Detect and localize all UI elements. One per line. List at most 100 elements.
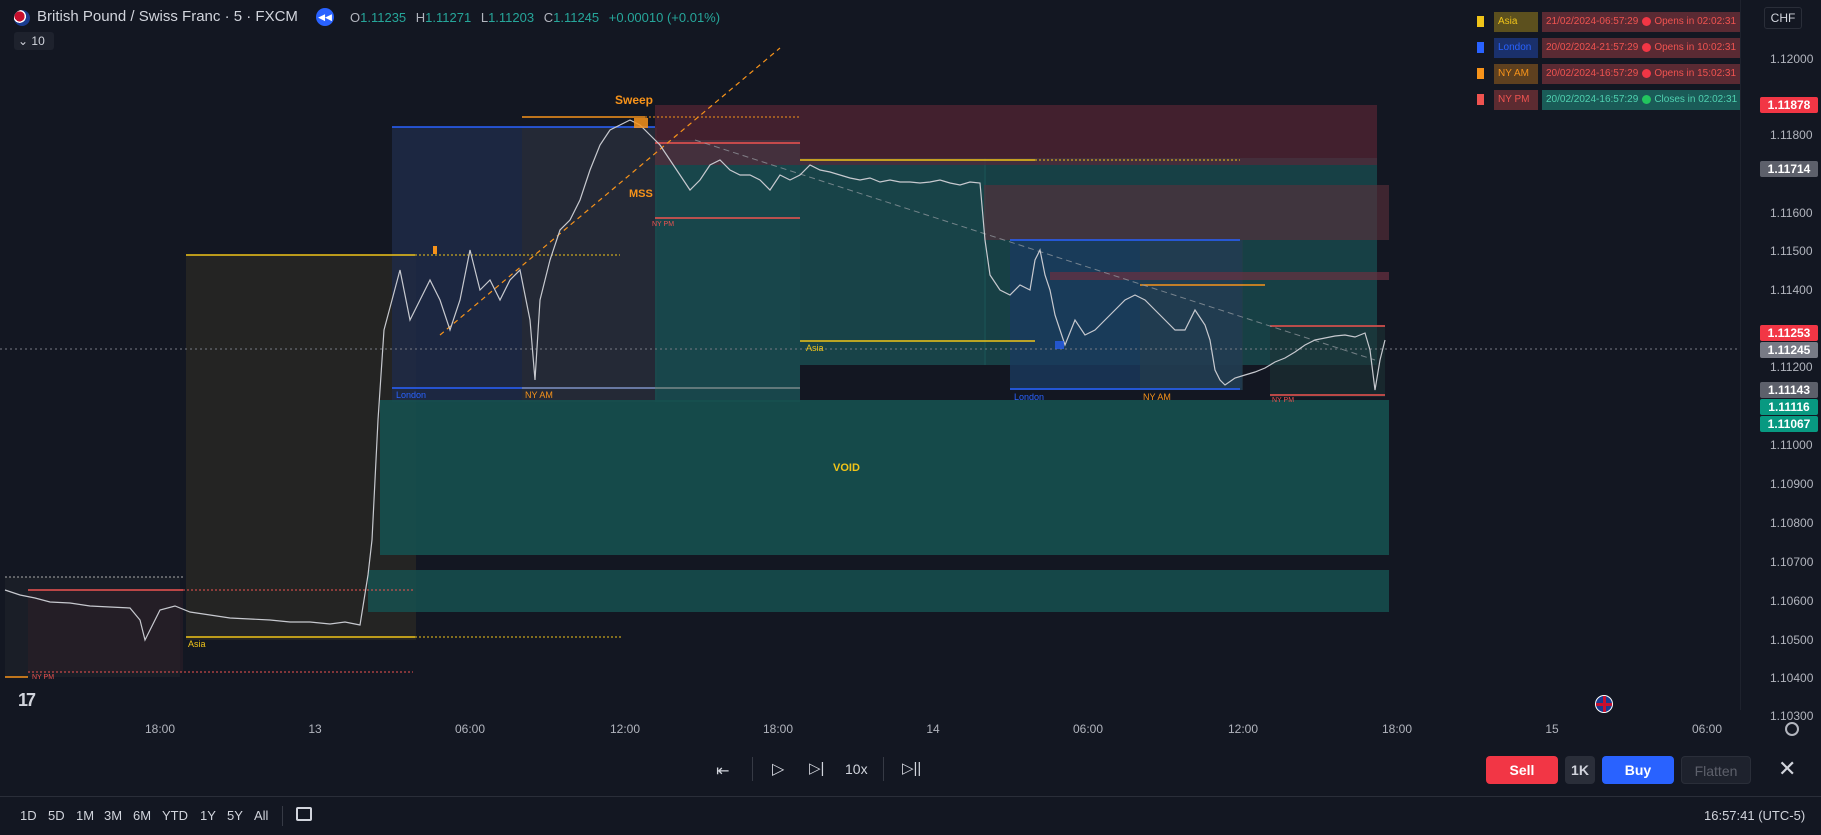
price-tick: 1.11500 xyxy=(1770,244,1813,258)
price-tag: 1.11245 xyxy=(1760,342,1818,358)
high-value: 1.11271 xyxy=(425,10,472,25)
close-label: C xyxy=(543,10,554,25)
symbol-title[interactable]: British Pound / Swiss Franc · 5 · FXCM xyxy=(37,8,298,25)
low-label: L xyxy=(480,10,489,25)
session-label-asia: Asia xyxy=(188,639,206,649)
time-tick: 12:00 xyxy=(1227,722,1259,736)
indicators-toggle[interactable]: ⌄ 10 xyxy=(14,32,54,50)
price-tag: 1.11878 xyxy=(1760,97,1818,113)
session-status: Opens in 02:02:31 xyxy=(1654,16,1737,27)
step-forward-icon[interactable]: ▷| xyxy=(809,759,824,777)
session-label-ny-pm-3: NY PM xyxy=(32,674,55,681)
high-label: H xyxy=(415,10,426,25)
settings-gear-icon[interactable] xyxy=(1785,722,1799,736)
time-tick: 06:00 xyxy=(1072,722,1104,736)
time-tick: 14 xyxy=(926,722,940,736)
session-timestamp: 20/02/2024-21:57:29 xyxy=(1546,42,1639,53)
status-dot-icon xyxy=(1642,16,1652,26)
session-name: London xyxy=(1494,38,1538,58)
low-value: 1.11203 xyxy=(488,10,535,25)
open-label: O xyxy=(350,10,361,25)
range-5d[interactable]: 5D xyxy=(48,808,65,823)
range-6m[interactable]: 6M xyxy=(133,808,151,823)
price-tick: 1.11600 xyxy=(1770,206,1813,220)
session-label-london-2: London xyxy=(1014,392,1045,402)
session-color-swatch xyxy=(1477,16,1484,27)
ohlc-readout: O1.11235 H1.11271 L1.11203 C1.11245 +0.0… xyxy=(350,10,720,25)
uk-flag-icon[interactable] xyxy=(1595,695,1613,713)
range-ytd[interactable]: YTD xyxy=(162,808,188,823)
close-value: 1.11245 xyxy=(553,10,600,25)
session-timestamp: 20/02/2024-16:57:29 xyxy=(1546,94,1639,105)
play-icon[interactable]: ▷ xyxy=(772,759,784,779)
void-label: VOID xyxy=(833,462,860,474)
price-tick: 1.10800 xyxy=(1770,516,1814,530)
status-dot-icon xyxy=(1642,68,1652,78)
session-time: 21/02/2024-06:57:29 Opens in 02:02:31 xyxy=(1542,12,1752,32)
price-tag: 1.11067 xyxy=(1760,416,1818,432)
status-dot-icon xyxy=(1642,94,1652,104)
time-tick: 15 xyxy=(1545,722,1559,736)
price-tag: 1.11253 xyxy=(1760,325,1818,341)
price-tick: 1.11800 xyxy=(1770,128,1813,142)
range-1y[interactable]: 1Y xyxy=(200,808,216,823)
buy-button[interactable]: Buy xyxy=(1602,756,1674,784)
range-1m[interactable]: 1M xyxy=(76,808,94,823)
tradingview-logo: 17 xyxy=(18,690,36,710)
currency-button[interactable]: CHF xyxy=(1764,7,1802,29)
session-label-asia-2: Asia xyxy=(806,343,824,353)
range-5y[interactable]: 5Y xyxy=(227,808,243,823)
mss-label: MSS xyxy=(629,188,653,200)
rewind-icon[interactable]: ◀◀ xyxy=(316,8,334,26)
time-tick: 12:00 xyxy=(609,722,641,736)
price-tag: 1.11143 xyxy=(1760,382,1818,398)
price-tick: 1.12000 xyxy=(1770,52,1814,66)
session-label-ny-am: NY AM xyxy=(525,390,553,400)
session-name: NY PM xyxy=(1494,90,1538,110)
session-name: NY AM xyxy=(1494,64,1538,84)
session-status: Opens in 10:02:31 xyxy=(1654,42,1737,53)
session-time: 20/02/2024-16:57:29 Opens in 15:02:31 xyxy=(1542,64,1752,84)
status-dot-icon xyxy=(1642,42,1652,52)
session-label-london: London xyxy=(396,390,427,400)
symbol-flag-icon xyxy=(14,10,30,26)
session-name: Asia xyxy=(1494,12,1538,32)
change-value: +0.00010 (+0.01%) xyxy=(608,10,721,25)
jump-to-start-icon[interactable]: ⇤ xyxy=(716,761,729,781)
quantity-button[interactable]: 1K xyxy=(1565,756,1595,784)
open-value: 1.11235 xyxy=(360,10,407,25)
toolbar-divider xyxy=(752,757,753,781)
sell-button[interactable]: Sell xyxy=(1486,756,1558,784)
toolbar-divider xyxy=(883,757,884,781)
session-color-swatch xyxy=(1477,42,1484,53)
price-tick: 1.10600 xyxy=(1770,594,1814,608)
session-color-swatch xyxy=(1477,94,1484,105)
calendar-icon[interactable] xyxy=(296,807,312,821)
session-color-swatch xyxy=(1477,68,1484,79)
flatten-button[interactable]: Flatten xyxy=(1681,756,1751,784)
range-1d[interactable]: 1D xyxy=(20,808,37,823)
price-chart[interactable] xyxy=(0,0,1740,710)
session-time: 20/02/2024-21:57:29 Opens in 10:02:31 xyxy=(1542,38,1752,58)
session-label-ny-am-2: NY AM xyxy=(1143,392,1171,402)
price-tag: 1.11116 xyxy=(1760,399,1818,415)
price-tick: 1.10900 xyxy=(1770,477,1814,491)
price-tick: 1.11200 xyxy=(1770,360,1813,374)
price-tick: 1.11400 xyxy=(1770,283,1813,297)
close-icon[interactable]: ✕ xyxy=(1778,756,1796,782)
price-tick: 1.10500 xyxy=(1770,633,1814,647)
time-tick: 13 xyxy=(308,722,322,736)
session-time: 20/02/2024-16:57:29 Closes in 02:02:31 xyxy=(1542,90,1752,110)
bottom-bar xyxy=(0,796,1821,835)
indicator-count: 10 xyxy=(31,34,45,48)
range-divider xyxy=(282,806,283,826)
jump-to-realtime-icon[interactable]: ▷|| xyxy=(902,759,921,777)
clock-readout[interactable]: 16:57:41 (UTC-5) xyxy=(1704,808,1805,823)
price-tag: 1.11714 xyxy=(1760,161,1818,177)
time-tick: 18:00 xyxy=(144,722,176,736)
replay-speed[interactable]: 10x xyxy=(845,761,868,777)
range-all[interactable]: All xyxy=(254,808,268,823)
chevron-down-icon: ⌄ xyxy=(18,34,29,48)
range-3m[interactable]: 3M xyxy=(104,808,122,823)
sweep-label: Sweep xyxy=(615,93,654,107)
